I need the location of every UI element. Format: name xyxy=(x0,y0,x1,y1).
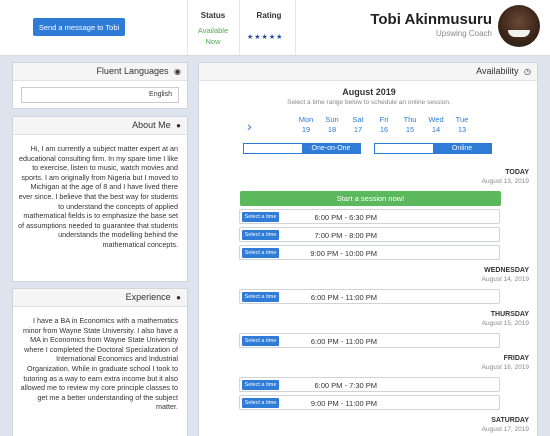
about-panel: About Me ● Hi, I am currently a subject … xyxy=(12,116,188,282)
section-title: FRIDAY xyxy=(503,355,529,362)
about-header: About Me ● xyxy=(13,117,187,135)
section-title: WEDNESDAY xyxy=(484,267,529,274)
select-time-button[interactable]: Select a time xyxy=(242,292,279,302)
day-num: 18 xyxy=(327,125,337,134)
day-fri[interactable]: Fri 16 xyxy=(371,115,397,135)
clock-icon: ◷ xyxy=(524,67,531,76)
section-date: August 17, 2019 xyxy=(481,426,529,433)
coach-name: Tobi Akinmusuru xyxy=(370,11,492,28)
day-num: 13 xyxy=(457,125,467,134)
rating-stars: ★★★★★ xyxy=(247,34,284,41)
experience-text: I have a BA in Economics with a mathemat… xyxy=(20,316,178,412)
section-title: SATURDAY xyxy=(491,417,529,424)
slot-time: 6:00 PM - 11:00 PM xyxy=(310,337,377,346)
day-num: 17 xyxy=(353,125,363,134)
day-name: Fri xyxy=(379,115,389,124)
start-session-button[interactable]: Start a session now! xyxy=(240,191,501,206)
availability-title: Availability xyxy=(476,66,519,76)
one-on-one-tab[interactable]: One-on-One xyxy=(302,144,360,153)
day-sun[interactable]: Sun 18 xyxy=(319,115,345,135)
availability-header: Availability ◷ xyxy=(199,63,537,81)
online-tab[interactable]: Online xyxy=(433,144,491,153)
globe-icon: ◉ xyxy=(174,67,181,76)
select-time-button[interactable]: Select a time xyxy=(242,380,279,390)
time-slot: Select a time 6:00 PM - 6:30 PM xyxy=(239,209,500,224)
languages-panel: Fluent Languages ◉ English xyxy=(12,62,188,109)
slot-time: 6:00 PM - 6:30 PM xyxy=(314,213,377,222)
day-name: Sun xyxy=(325,115,339,124)
status-line: Available xyxy=(197,26,229,35)
day-num: 19 xyxy=(301,125,311,134)
section-date: August 15, 2019 xyxy=(481,320,529,327)
day-num: 16 xyxy=(379,125,389,134)
slot-time: 6:00 PM - 7:30 PM xyxy=(314,381,377,390)
about-text: Hi, I am currently a subject matter expe… xyxy=(18,144,178,249)
experience-title: Experience xyxy=(125,292,171,302)
schedule-hint: Select a time range below to schedule an… xyxy=(287,99,451,106)
time-slot: Select a time 6:00 PM - 11:00 PM xyxy=(239,289,500,304)
section-title: TODAY xyxy=(505,169,529,176)
coach-role: Upswing Coach xyxy=(435,29,492,38)
day-num: 14 xyxy=(431,125,441,134)
time-slot: Select a time 6:00 PM - 7:30 PM xyxy=(239,377,500,392)
section-date: August 16, 2019 xyxy=(481,364,529,371)
day-thu[interactable]: Thu 15 xyxy=(397,115,423,135)
mode-toggle-online[interactable]: Online xyxy=(374,143,492,154)
slot-time: 7:00 PM - 8:00 PM xyxy=(314,231,377,240)
send-message-button[interactable]: Send a message to Tobi xyxy=(33,18,125,36)
header-divider xyxy=(187,0,188,55)
status-line: Now xyxy=(205,37,221,46)
experience-panel: Experience ● I have a BA in Economics wi… xyxy=(12,288,188,436)
languages-header: Fluent Languages ◉ xyxy=(13,63,187,81)
time-slot: Select a time 9:00 PM - 10:00 PM xyxy=(239,245,500,260)
time-slot: Select a time 6:00 PM - 11:00 PM xyxy=(239,333,500,348)
select-time-button[interactable]: Select a time xyxy=(242,230,279,240)
status-label: Status xyxy=(200,11,226,20)
day-name: Tue xyxy=(455,115,469,124)
languages-title: Fluent Languages xyxy=(96,66,169,76)
month-title: August 2019 xyxy=(342,87,396,97)
rating-label: Rating xyxy=(256,11,282,20)
header-divider xyxy=(295,0,296,55)
slot-time: 9:00 PM - 11:00 PM xyxy=(310,399,377,408)
time-slot: Select a time 7:00 PM - 8:00 PM xyxy=(239,227,500,242)
select-time-button[interactable]: Select a time xyxy=(242,212,279,222)
day-name: Wed xyxy=(428,115,444,124)
avatar xyxy=(498,5,540,47)
time-slot: Select a time 9:00 PM - 11:00 PM xyxy=(239,395,500,410)
select-time-button[interactable]: Select a time xyxy=(242,398,279,408)
slot-time: 9:00 PM - 10:00 PM xyxy=(310,249,377,258)
day-name: Sat xyxy=(352,115,364,124)
section-title: THURSDAY xyxy=(490,311,529,318)
day-mon[interactable]: Mon 19 xyxy=(293,115,319,135)
about-title: About Me xyxy=(132,120,171,130)
profile-header: Tobi Akinmusuru Upswing Coach Rating ★★★… xyxy=(0,0,550,56)
language-tag: English xyxy=(21,87,179,103)
select-time-button[interactable]: Select a time xyxy=(242,248,279,258)
day-name: Thu xyxy=(403,115,417,124)
experience-header: Experience ● xyxy=(13,289,187,307)
section-date: August 13, 2019 xyxy=(481,178,529,185)
circle-icon: ● xyxy=(176,293,181,302)
day-wed[interactable]: Wed 14 xyxy=(423,115,449,135)
status-value: Available Now xyxy=(196,25,230,47)
section-date: August 14, 2019 xyxy=(481,276,529,283)
chevron-right-icon[interactable]: › xyxy=(247,118,252,134)
day-num: 15 xyxy=(405,125,415,134)
day-tue[interactable]: Tue 13 xyxy=(449,115,475,135)
availability-panel: Availability ◷ August 2019 Select a time… xyxy=(198,62,538,436)
day-name: Mon xyxy=(298,115,314,124)
day-sat[interactable]: Sat 17 xyxy=(345,115,371,135)
header-divider xyxy=(239,0,240,55)
user-icon: ● xyxy=(176,121,181,130)
select-time-button[interactable]: Select a time xyxy=(242,336,279,346)
mode-toggle-one-on-one[interactable]: One-on-One xyxy=(243,143,361,154)
slot-time: 6:00 PM - 11:00 PM xyxy=(310,293,377,302)
